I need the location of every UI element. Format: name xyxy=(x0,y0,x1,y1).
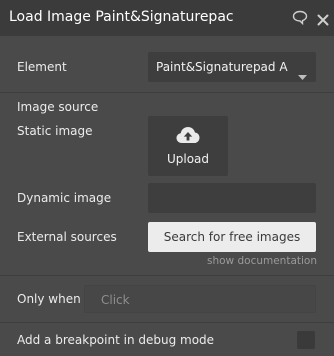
comment-icon[interactable] xyxy=(292,10,308,29)
only-when-label: Only when xyxy=(17,292,81,306)
breakpoint-checkbox[interactable] xyxy=(297,331,315,349)
image-source-label: Image source xyxy=(17,100,99,114)
only-when-condition-input[interactable]: Click xyxy=(84,285,316,313)
element-dropdown[interactable]: Paint&Signaturepad A xyxy=(148,52,316,82)
only-when-placeholder: Click xyxy=(101,293,130,307)
dynamic-image-label: Dynamic image xyxy=(17,191,112,205)
chevron-down-icon xyxy=(298,65,307,84)
close-icon[interactable] xyxy=(317,11,329,30)
section-divider xyxy=(0,92,334,93)
show-documentation-link[interactable]: show documentation xyxy=(207,255,317,267)
section-divider xyxy=(0,275,334,276)
cloud-upload-icon xyxy=(176,126,200,148)
dynamic-image-input[interactable] xyxy=(148,183,316,213)
element-label: Element xyxy=(17,60,67,74)
breakpoint-label: Add a breakpoint in debug mode xyxy=(17,333,215,347)
panel-title: Load Image Paint&Signaturepac xyxy=(9,9,234,25)
static-image-label: Static image xyxy=(17,124,93,138)
panel-header: Load Image Paint&Signaturepac xyxy=(0,0,334,36)
upload-button[interactable]: Upload xyxy=(148,116,228,176)
upload-label: Upload xyxy=(166,152,210,166)
search-free-images-button[interactable]: Search for free images xyxy=(148,222,316,252)
external-sources-label: External sources xyxy=(17,230,117,244)
section-divider xyxy=(0,322,334,323)
element-dropdown-value: Paint&Signaturepad A xyxy=(156,60,288,74)
